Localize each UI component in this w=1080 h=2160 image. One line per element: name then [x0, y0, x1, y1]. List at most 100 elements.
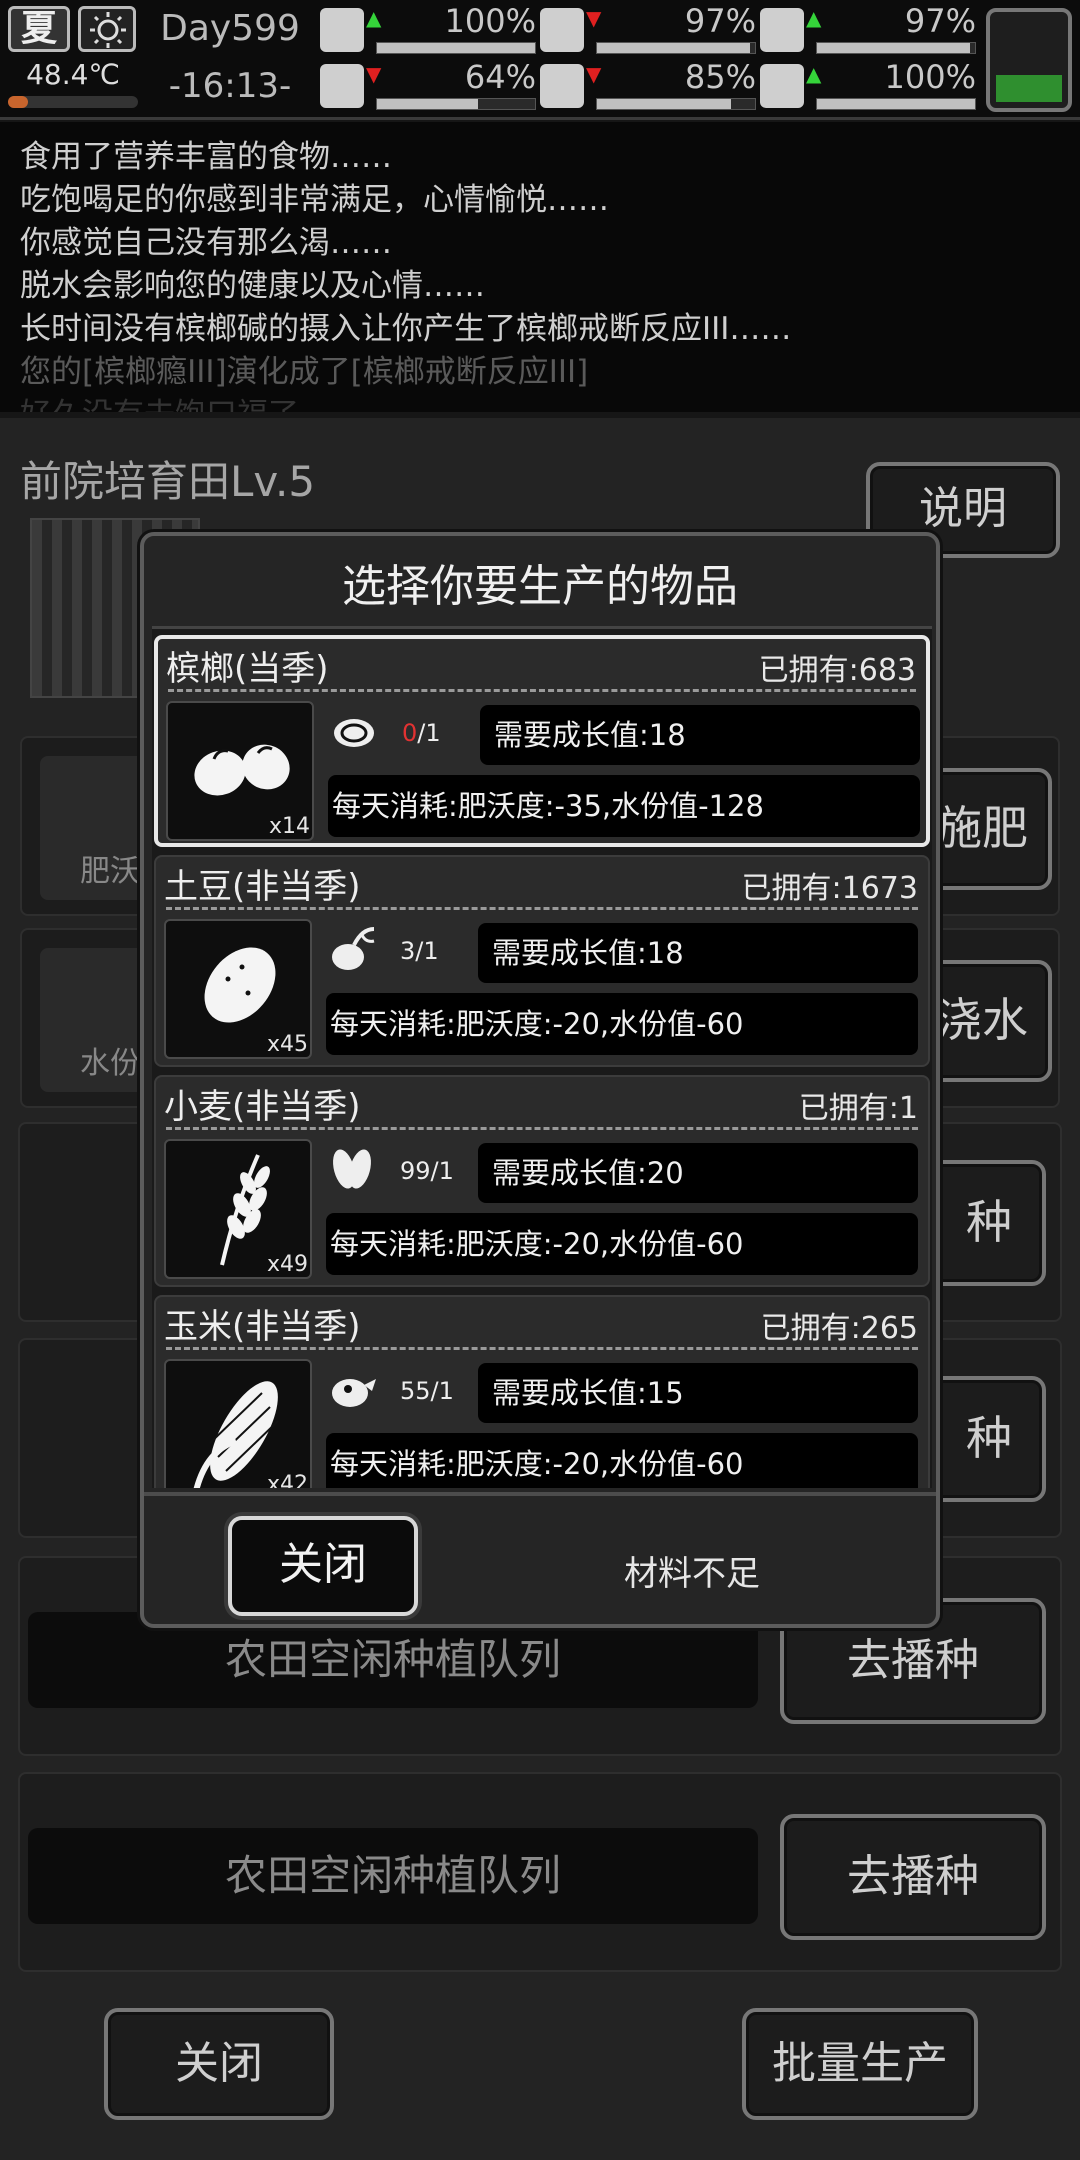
sow-button[interactable]: 去播种 [780, 1814, 1046, 1940]
seed-need: /1 [430, 1157, 454, 1185]
shield-icon [760, 8, 804, 52]
stat-value: 100% [884, 58, 976, 96]
daily-consumption: 每天消耗:肥沃度:-20,水份值-60 [326, 993, 918, 1055]
seed-requirement: 55/1 [324, 1361, 470, 1427]
item-qty: x45 [266, 1032, 308, 1057]
trend-arrow: ▼ [586, 62, 602, 86]
seed-have: 3 [400, 937, 416, 965]
message-log[interactable]: 食用了营养丰富的食物…… 吃饱喝足的你感到非常满足，心情愉悦…… 你感觉自己没有… [0, 122, 1080, 412]
stat-bar-fill [377, 43, 535, 53]
planting-slot-4: 农田空闲种植队列 去播种 [18, 1772, 1062, 1972]
potato-icon: x45 [164, 919, 312, 1059]
item-owned: 已拥有:683 [758, 653, 916, 688]
item-list[interactable]: 槟榔(当季) 已拥有:683 x14 0/1 需要成长值:18 每天消耗:肥沃度… [152, 626, 932, 1488]
seed-count: 0/1 [402, 719, 441, 747]
season-badge: 夏 [8, 6, 70, 52]
item-owned: 已拥有:1 [798, 1091, 918, 1126]
growth-required: 需要成长值:20 [478, 1143, 918, 1203]
dialog-title: 选择你要生产的物品 [342, 561, 738, 612]
stat-mood: ▲ 100% [760, 58, 980, 116]
seed-have: 0 [402, 719, 418, 747]
item-card-areca[interactable]: 槟榔(当季) 已拥有:683 x14 0/1 需要成长值:18 每天消耗:肥沃度… [154, 635, 930, 847]
stat-bar-fill [817, 43, 971, 53]
growth-required: 需要成长值:18 [480, 705, 920, 765]
log-line: 长时间没有槟榔碱的摄入让你产生了槟榔戒断反应III…… [20, 311, 792, 347]
divider [166, 1127, 918, 1130]
seed-count: 99/1 [400, 1157, 454, 1185]
item-qty: x14 [268, 814, 310, 839]
stat-bar-fill [597, 43, 751, 53]
boot-icon [320, 64, 364, 108]
growth-required: 需要成长值:15 [478, 1363, 918, 1423]
divider [166, 1347, 918, 1350]
seed-have: 99 [400, 1157, 431, 1185]
seed-need: /1 [430, 1377, 454, 1405]
stat-bar [596, 98, 756, 110]
seed-count: 3/1 [400, 937, 439, 965]
item-name: 槟榔(当季) [166, 649, 329, 689]
seed-need: /1 [417, 719, 441, 747]
areca-nut-icon: x14 [166, 701, 314, 841]
stat-value: 97% [684, 2, 756, 40]
log-line: 吃饱喝足的你感到非常满足，心情愉悦…… [20, 182, 609, 218]
item-owned: 已拥有:1673 [741, 871, 918, 906]
seed-have: 55 [400, 1377, 431, 1405]
trend-arrow: ▼ [586, 6, 602, 30]
trend-arrow: ▲ [806, 6, 822, 30]
item-card-potato[interactable]: 土豆(非当季) 已拥有:1673 x45 3/1 需要成长值:18 每天消耗:肥… [154, 855, 930, 1067]
dialog-footer: 关闭 材料不足 [144, 1492, 936, 1628]
log-line: 您的[槟榔瘾III]演化成了[槟榔戒断反应III] [20, 354, 589, 390]
wheat-seed-icon [333, 1149, 371, 1189]
log-line: 食用了营养丰富的食物…… [20, 139, 392, 175]
status-bar: 夏 48.4℃ Day599 -16:13- ▲ 100% ▼ 97% ▲ 97… [0, 0, 1080, 120]
seed-requirement: 99/1 [324, 1141, 470, 1207]
trend-arrow: ▲ [806, 62, 822, 86]
item-card-corn[interactable]: 玉米(非当季) 已拥有:265 x42 55/1 需要成长值:15 每天消耗:肥… [154, 1295, 930, 1488]
areca-seed-icon [334, 719, 374, 747]
stat-thirst: ▼ 85% [540, 58, 760, 116]
day-counter: Day599 [160, 8, 300, 49]
dialog-close-button[interactable]: 关闭 [228, 1516, 418, 1616]
daily-consumption: 每天消耗:肥沃度:-20,水份值-60 [326, 1433, 918, 1488]
temperature-bar-fill [8, 96, 28, 108]
stat-bar [596, 42, 756, 54]
stomach-icon [540, 8, 584, 52]
log-line: 脱水会影响您的健康以及心情…… [20, 268, 485, 304]
potato-sprout-icon [332, 927, 375, 970]
stat-health: ▲ 100% [320, 2, 540, 60]
corn-icon: x42 [164, 1359, 312, 1488]
corn-seed-icon [332, 1379, 376, 1407]
stat-value: 64% [464, 58, 536, 96]
item-name: 土豆(非当季) [164, 867, 361, 907]
battery-fill [996, 75, 1062, 102]
item-qty: x42 [266, 1472, 308, 1488]
batch-produce-button[interactable]: 批量生产 [742, 2008, 978, 2120]
heart-icon [760, 64, 804, 108]
stat-bar [376, 42, 536, 54]
stat-bar [816, 42, 976, 54]
divider [168, 689, 916, 692]
stat-value: 97% [904, 2, 976, 40]
stat-stamina: ▼ 64% [320, 58, 540, 116]
temperature-bar [8, 96, 138, 108]
daily-consumption: 每天消耗:肥沃度:-35,水份值-128 [328, 775, 920, 837]
stat-value: 85% [684, 58, 756, 96]
sun-icon [78, 6, 136, 52]
stat-bar-fill [377, 99, 479, 109]
stat-bar [816, 98, 976, 110]
item-qty: x49 [266, 1252, 308, 1277]
temperature-value: 48.4℃ [26, 58, 120, 91]
farm-title: 前院培育田Lv.5 [20, 457, 316, 506]
growth-required: 需要成长值:18 [478, 923, 918, 983]
stat-bar-fill [597, 99, 732, 109]
farm-close-button[interactable]: 关闭 [104, 2008, 334, 2120]
stat-hunger: ▼ 97% [540, 2, 760, 60]
stat-value: 100% [444, 2, 536, 40]
battery-indicator[interactable] [986, 8, 1072, 112]
seed-count: 55/1 [400, 1377, 454, 1405]
production-dialog: 选择你要生产的物品 槟榔(当季) 已拥有:683 x14 0/1 需要成长值:1… [140, 532, 940, 1628]
insufficient-materials-label: 材料不足 [624, 1554, 760, 1594]
water-drop-icon [540, 64, 584, 108]
item-card-wheat[interactable]: 小麦(非当季) 已拥有:1 x49 99/1 需要成长值:20 每天消耗:肥沃度… [154, 1075, 930, 1287]
log-line: 好久没有去饱口福了…… [20, 394, 1060, 412]
